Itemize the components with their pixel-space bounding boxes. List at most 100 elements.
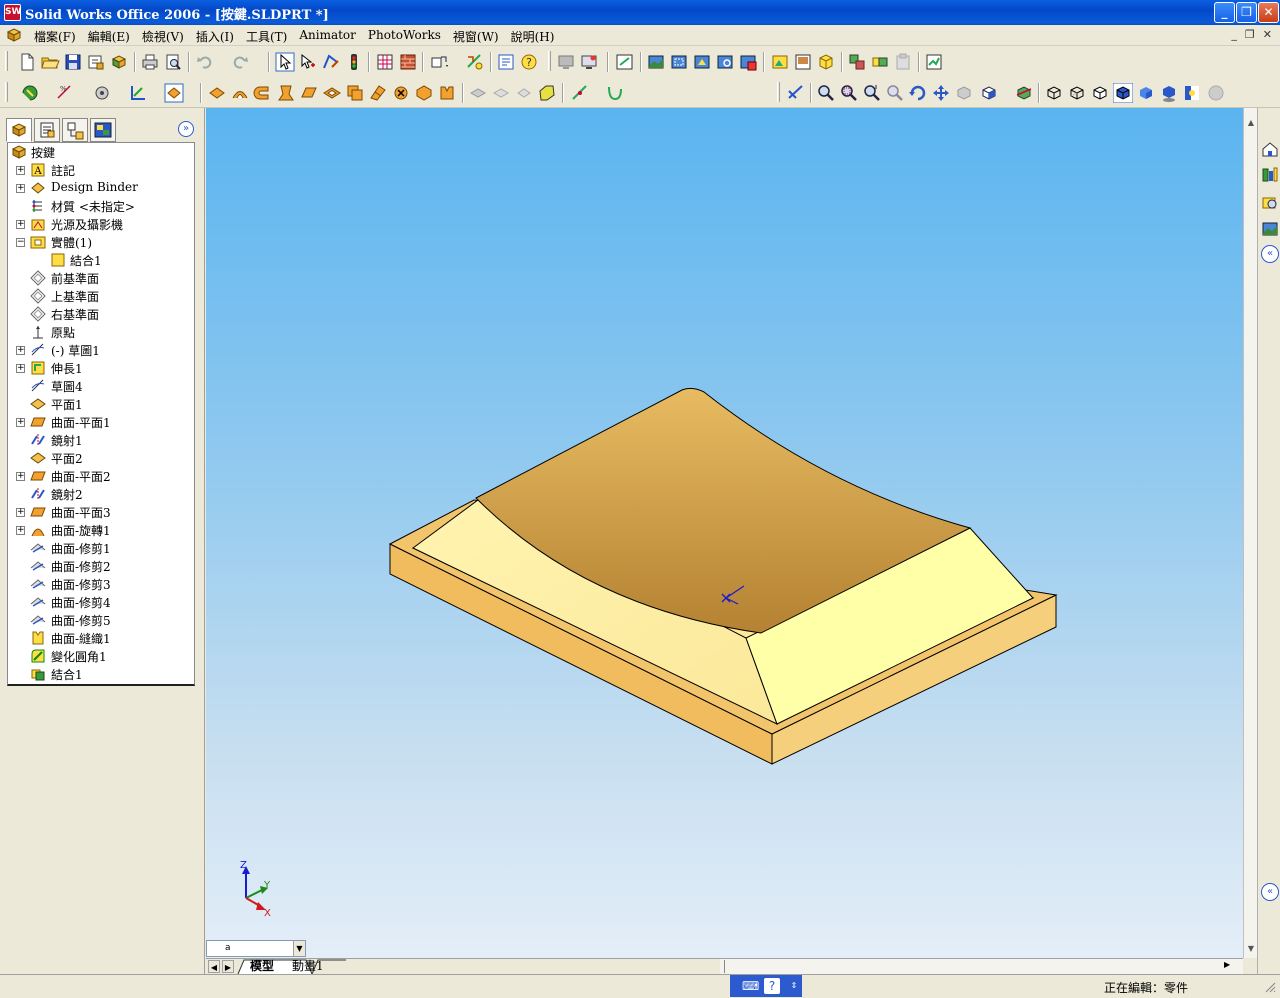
rebuild-traffic-light-icon[interactable] [344,52,364,72]
select-arrow-icon[interactable] [275,52,295,72]
expand-plus-icon[interactable]: + [16,220,25,229]
texture-icon[interactable] [398,52,418,72]
toolbar-grip[interactable] [548,51,551,71]
vertical-scrollbar[interactable]: ▲ ▼ [1243,108,1257,958]
fill-surface-icon[interactable] [537,83,557,103]
planar-surface-icon[interactable] [322,83,342,103]
configuration-manager-tab[interactable] [62,118,88,142]
tab-model[interactable]: 模型 [250,959,274,974]
render-last-icon[interactable] [692,52,712,72]
expand-plus-icon[interactable]: + [16,472,25,481]
tree-item[interactable]: + (-) 草圖1 [8,341,194,359]
combine-bodies-icon[interactable] [870,52,890,72]
home-icon[interactable] [1261,140,1279,158]
tree-item[interactable]: 平面1 [8,395,194,413]
make-assembly-icon[interactable] [109,52,129,72]
open-folder-icon[interactable] [40,52,60,72]
solidworks-app-icon[interactable]: SW [4,4,21,21]
tree-item[interactable]: 曲面-修剪5 [8,611,194,629]
expand-plus-icon[interactable]: + [16,166,25,175]
knit-surface-icon[interactable] [437,83,457,103]
ruled-surface-icon[interactable] [368,83,388,103]
tree-item[interactable]: − 實體(1) [8,233,194,251]
design-library-icon[interactable] [924,52,944,72]
standard-views-icon[interactable] [979,83,999,103]
tree-item[interactable]: 草圖4 [8,377,194,395]
rotate-view-icon[interactable] [908,83,928,103]
part-model[interactable] [206,108,1243,958]
feature-manager-tab[interactable] [6,118,32,142]
expand-plus-icon[interactable]: + [16,346,25,355]
shaded-icon[interactable] [1136,83,1156,103]
revolved-surface-icon[interactable] [230,83,250,103]
tree-item[interactable]: + 伸長1 [8,359,194,377]
menu-item-4[interactable]: 工具(T) [240,28,293,45]
trim-surface-disabled-icon[interactable] [491,83,511,103]
curve-dropdown-icon[interactable] [605,83,625,103]
tab-prev-icon[interactable]: ◀ [208,960,220,973]
maximize-button[interactable]: ❐ [1236,2,1257,23]
menu-item-3[interactable]: 插入(I) [190,28,240,45]
tree-item[interactable]: + 光源及攝影機 [8,215,194,233]
scrollbar-divider[interactable] [724,960,726,973]
tree-item[interactable]: + 曲面-平面2 [8,467,194,485]
boundary-surface-icon[interactable] [299,83,319,103]
select-other-icon[interactable] [298,52,318,72]
offset-surface-icon[interactable] [345,83,365,103]
tree-item[interactable]: + 曲面-平面3 [8,503,194,521]
wireframe-icon[interactable] [1044,83,1064,103]
menu-item-7[interactable]: 視窗(W) [447,28,505,45]
dimension-xpert-icon[interactable] [430,52,450,72]
tree-item[interactable]: 前基準面 [8,269,194,287]
tree-root[interactable]: 按鍵 [8,143,194,161]
tree-item[interactable]: 材質 <未指定> [8,197,194,215]
configuration-dropdown[interactable]: a ▼ [206,940,306,957]
untrim-surface-icon[interactable] [514,83,534,103]
tree-item[interactable]: + A 註記 [8,161,194,179]
sketch-relations-icon[interactable] [128,83,148,103]
horizontal-scrollbar[interactable]: ▶ [720,958,1243,974]
print-preview-icon[interactable] [163,52,183,72]
scroll-right-icon[interactable]: ▶ [1224,960,1230,969]
tree-item[interactable]: + 曲面-旋轉1 [8,521,194,539]
print-icon[interactable] [140,52,160,72]
extruded-surface-icon[interactable] [207,83,227,103]
dropdown-arrow-icon[interactable]: ▼ [293,941,305,956]
tree-item[interactable]: 變化圓角1 [8,647,194,665]
tree-item[interactable]: 鏡射2 [8,485,194,503]
undo-icon[interactable] [195,52,215,72]
minimize-button[interactable]: _ [1214,2,1235,23]
menu-item-2[interactable]: 檢視(V) [136,28,190,45]
zoom-to-fit-icon[interactable] [816,83,836,103]
mdi-close-button[interactable]: ✕ [1263,28,1272,41]
photoworks-studio-icon[interactable] [770,52,790,72]
updown-icon[interactable]: ⇕ [786,978,802,994]
tree-item[interactable]: 結合1 [8,251,194,269]
save-icon[interactable] [63,52,83,72]
expand-plus-icon[interactable]: + [16,508,25,517]
surface-dropdown-icon[interactable] [164,83,184,103]
shadows-in-shaded-icon[interactable] [1159,83,1179,103]
expand-plus-icon[interactable]: + [16,364,25,373]
scroll-up-icon[interactable]: ▲ [1245,116,1257,130]
reference-geometry-icon[interactable] [92,83,112,103]
make-drawing-icon[interactable] [86,52,106,72]
help-icon[interactable]: ? [519,52,539,72]
properties-icon[interactable] [496,52,516,72]
toolbar-grip[interactable] [5,51,8,71]
toolbar-grip[interactable] [5,82,8,102]
tree-item[interactable]: 結合1 [8,665,194,683]
tree-item[interactable]: 右基準面 [8,305,194,323]
scroll-down-icon[interactable]: ▼ [1245,942,1257,956]
render-region-icon[interactable] [669,52,689,72]
menu-item-6[interactable]: PhotoWorks [362,28,447,45]
quick-tips-icon[interactable]: ? [764,978,780,994]
redo-icon[interactable] [230,52,250,72]
property-manager-tab[interactable] [34,118,60,142]
render-options-icon[interactable] [738,52,758,72]
tree-item[interactable]: 曲面-修剪3 [8,575,194,593]
extend-surface-icon[interactable] [468,83,488,103]
tree-item[interactable]: 原點 [8,323,194,341]
zoom-to-selection-icon[interactable] [885,83,905,103]
tab-next-icon[interactable]: ▶ [222,960,234,973]
